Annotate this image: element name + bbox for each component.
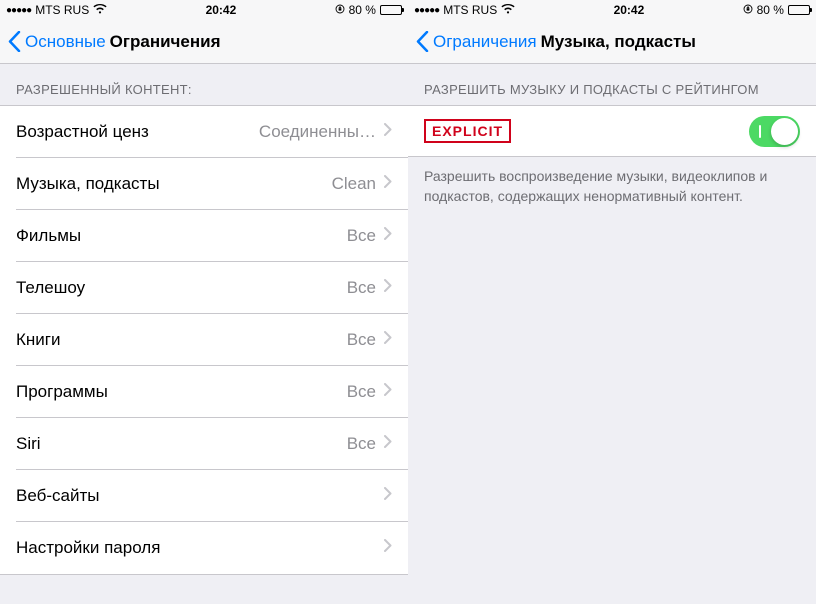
row-value: Все [347,278,376,298]
battery-percent: 80 % [757,3,784,17]
row-value: Все [347,226,376,246]
chevron-right-icon [384,123,392,141]
list-row[interactable]: Возрастной цензСоединенны… [0,106,408,158]
status-left: ●●●●● MTS RUS [6,3,107,17]
signal-dots-icon: ●●●●● [6,5,31,16]
nav-bar: Основные Ограничения [0,20,408,64]
row-label: Книги [16,330,347,350]
chevron-right-icon [384,279,392,297]
section-header: РАЗРЕШИТЬ МУЗЫКУ И ПОДКАСТЫ С РЕЙТИНГОМ [408,64,816,105]
list-row[interactable]: SiriВсе [0,418,408,470]
row-label: Веб-сайты [16,486,384,506]
row-label: Настройки пароля [16,538,384,558]
status-left: ●●●●● MTS RUS [414,3,515,17]
page-title: Ограничения [110,32,221,52]
rotation-lock-icon [335,3,345,17]
wifi-icon [501,3,515,17]
list-row[interactable]: Веб-сайты [0,470,408,522]
row-label: Возрастной ценз [16,122,259,142]
battery-icon [380,5,402,15]
chevron-right-icon [384,539,392,557]
row-value: Соединенны… [259,122,376,142]
row-value: Все [347,382,376,402]
status-right: 80 % [743,3,810,17]
screen-restrictions: ●●●●● MTS RUS 20:42 80 % Основные Ограни… [0,0,408,604]
battery-icon [788,5,810,15]
row-label: Фильмы [16,226,347,246]
chevron-right-icon [384,227,392,245]
back-label: Ограничения [433,32,537,52]
battery-percent: 80 % [349,3,376,17]
row-label: Телешоу [16,278,347,298]
list-row[interactable]: ПрограммыВсе [0,366,408,418]
list-row[interactable]: Музыка, подкастыClean [0,158,408,210]
section-header: РАЗРЕШЕННЫЙ КОНТЕНТ: [0,64,408,105]
nav-bar: Ограничения Музыка, подкасты [408,20,816,64]
chevron-right-icon [384,487,392,505]
page-title: Музыка, подкасты [541,32,696,52]
explicit-switch[interactable] [749,116,800,147]
rotation-lock-icon [743,3,753,17]
status-time: 20:42 [206,3,237,17]
list-row[interactable]: КнигиВсе [0,314,408,366]
chevron-right-icon [384,435,392,453]
status-right: 80 % [335,3,402,17]
list-row[interactable]: ФильмыВсе [0,210,408,262]
screen-music-podcasts: ●●●●● MTS RUS 20:42 80 % Ограничения Муз… [408,0,816,604]
row-value: Все [347,330,376,350]
back-label: Основные [25,32,106,52]
content-list: Возрастной цензСоединенны…Музыка, подкас… [0,105,408,575]
list-row[interactable]: ТелешоуВсе [0,262,408,314]
wifi-icon [93,3,107,17]
section-footer: Разрешить воспроизведение музыки, видеок… [408,157,816,216]
chevron-left-icon [8,31,21,52]
list-row[interactable]: Настройки пароля [0,522,408,574]
explicit-badge: EXPLICIT [424,119,511,143]
chevron-left-icon [416,31,429,52]
back-button[interactable]: Основные [8,31,106,52]
row-label: Программы [16,382,347,402]
signal-dots-icon: ●●●●● [414,5,439,16]
chevron-right-icon [384,383,392,401]
chevron-right-icon [384,175,392,193]
row-label: Siri [16,434,347,454]
row-label: Музыка, подкасты [16,174,332,194]
explicit-toggle-row: EXPLICIT [408,105,816,157]
chevron-right-icon [384,331,392,349]
status-bar: ●●●●● MTS RUS 20:42 80 % [408,0,816,20]
carrier-label: MTS RUS [443,3,497,17]
row-value: Все [347,434,376,454]
row-value: Clean [332,174,376,194]
status-bar: ●●●●● MTS RUS 20:42 80 % [0,0,408,20]
back-button[interactable]: Ограничения [416,31,537,52]
status-time: 20:42 [614,3,645,17]
carrier-label: MTS RUS [35,3,89,17]
